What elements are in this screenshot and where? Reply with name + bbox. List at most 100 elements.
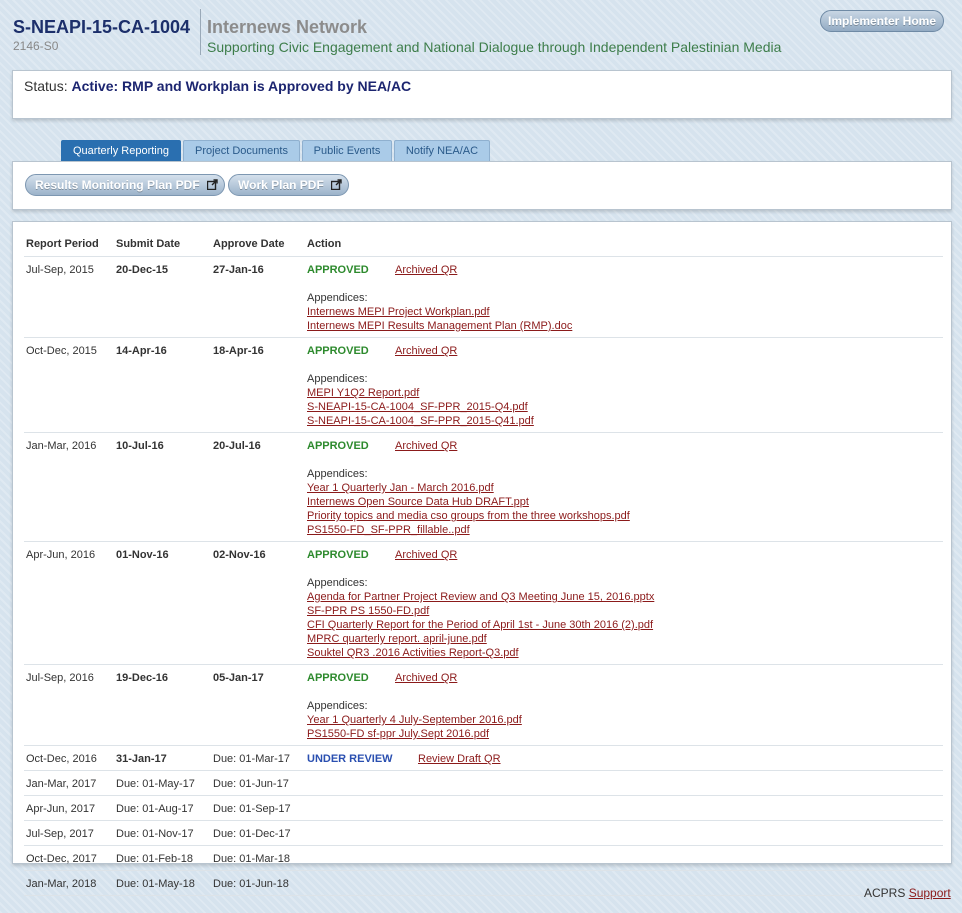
appendix-file-link[interactable]: S-NEAPI-15-CA-1004_SF-PPR_2015-Q41.pdf [307, 414, 941, 428]
status-approved: APPROVED [307, 264, 369, 276]
appendices-label: Appendices: [307, 700, 368, 712]
approve-date-cell: Due: 01-Mar-17 [211, 745, 305, 771]
appendices-label: Appendices: [307, 468, 368, 480]
tab-notify-nea-ac[interactable]: Notify NEA/AC [394, 140, 490, 161]
project-id: S-NEAPI-15-CA-1004 [13, 17, 191, 37]
table-row: Jul-Sep, 2015 20-Dec-15 27-Jan-16 APPROVED A… [24, 256, 943, 338]
archived-qr-link[interactable]: Archived QR [395, 345, 457, 357]
status-line: Status: Active: RMP and Workplan is Appr… [24, 78, 411, 94]
appendix-file-link[interactable]: Agenda for Partner Project Review and Q3… [307, 590, 941, 604]
appendices-label: Appendices: [307, 292, 368, 304]
appendix-file-link[interactable]: SF-PPR PS 1550-FD.pdf [307, 604, 941, 618]
tab-public-events[interactable]: Public Events [302, 140, 392, 161]
quarterly-reports-table: Report Period Submit Date Approve Date A… [24, 232, 943, 896]
tab-quarterly-reporting[interactable]: Quarterly Reporting [61, 140, 181, 161]
status-value: Active: RMP and Workplan is Approved by … [71, 78, 412, 94]
table-row: Oct-Dec, 2015 14-Apr-16 18-Apr-16 APPROVED A… [24, 337, 943, 433]
submit-date-cell: 10-Jul-16 [114, 432, 211, 542]
work-plan-pdf-button[interactable]: Work Plan PDF [228, 174, 349, 196]
approve-date-cell: Due: 01-Jun-18 [211, 870, 305, 896]
appendix-file-link[interactable]: Year 1 Quarterly 4 July-September 2016.p… [307, 713, 941, 727]
appendix-file-link[interactable]: MEPI Y1Q2 Report.pdf [307, 386, 941, 400]
table-row: Apr-Jun, 2016 01-Nov-16 02-Nov-16 APPROVED A… [24, 541, 943, 665]
col-submit-date: Submit Date [114, 232, 211, 257]
submit-date-cell: 01-Nov-16 [114, 541, 211, 665]
footer: ACPRS Support [864, 886, 951, 900]
approve-date-cell: Due: 01-Jun-17 [211, 770, 305, 796]
implementer-home-button[interactable]: Implementer Home [820, 10, 944, 32]
archived-qr-link[interactable]: Archived QR [395, 440, 457, 452]
appendix-file-link[interactable]: Internews MEPI Project Workplan.pdf [307, 305, 941, 319]
status-under-review: UNDER REVIEW [307, 753, 393, 765]
report-period-cell: Jul-Sep, 2016 [24, 664, 114, 746]
organization-name: Internews Network [207, 17, 368, 37]
submit-date-cell: 31-Jan-17 [114, 745, 211, 771]
support-link[interactable]: Support [909, 886, 951, 900]
table-row: Oct-Dec, 2016 31-Jan-17 Due: 01-Mar-17 UNDE… [24, 745, 943, 771]
appendix-file-link[interactable]: Internews Open Source Data Hub DRAFT.ppt [307, 495, 941, 509]
appendix-file-link[interactable]: MPRC quarterly report. april-june.pdf [307, 632, 941, 646]
action-cell [305, 795, 943, 821]
appendix-file-link[interactable]: S-NEAPI-15-CA-1004_SF-PPR_2015-Q4.pdf [307, 400, 941, 414]
action-cell: APPROVED Archived QR Appendices: MEPI Y1Q2 … [305, 337, 943, 433]
appendix-file-link[interactable]: Souktel QR3 .2016 Activities Report-Q3.p… [307, 646, 941, 660]
results-monitoring-plan-pdf-button[interactable]: Results Monitoring Plan PDF [25, 174, 225, 196]
quarterly-reports-panel: Report Period Submit Date Approve Date A… [12, 221, 952, 896]
table-row: Jul-Sep, 2016 19-Dec-16 05-Jan-17 APPROVED A… [24, 664, 943, 746]
pdf-buttons-panel: Results Monitoring Plan PDF Work Plan PD… [12, 161, 952, 210]
table-row: Apr-Jun, 2017 Due: 01-Aug-17 Due: 01-Sep-1… [24, 795, 943, 821]
archived-qr-link[interactable]: Archived QR [395, 264, 457, 276]
status-panel: Status: Active: RMP and Workplan is Appr… [12, 70, 952, 119]
action-cell: APPROVED Archived QR Appendices: Agenda for… [305, 541, 943, 665]
appendix-file-link[interactable]: CFI Quarterly Report for the Period of A… [307, 618, 941, 632]
action-cell: UNDER REVIEW Review Draft QR [305, 745, 943, 771]
action-cell: APPROVED Archived QR Appendices: Year 1 Qua… [305, 664, 943, 746]
appendix-file-link[interactable]: Priority topics and media cso groups fro… [307, 509, 941, 523]
submit-date-cell: Due: 01-May-17 [114, 770, 211, 796]
review-draft-qr-link[interactable]: Review Draft QR [418, 753, 501, 765]
header-divider [200, 9, 201, 55]
appendices-label: Appendices: [307, 577, 368, 589]
appendix-file-link[interactable]: Year 1 Quarterly Jan - March 2016.pdf [307, 481, 941, 495]
rmp-pdf-label: Results Monitoring Plan PDF [35, 178, 200, 192]
report-period-cell: Apr-Jun, 2016 [24, 541, 114, 665]
header: S-NEAPI-15-CA-1004 2146-S0 Internews Net… [0, 0, 962, 62]
submit-date-cell: Due: 01-Feb-18 [114, 845, 211, 871]
action-cell: APPROVED Archived QR Appendices: Internews … [305, 256, 943, 338]
report-period-cell: Oct-Dec, 2015 [24, 337, 114, 433]
appendix-file-link[interactable]: Internews MEPI Results Management Plan (… [307, 319, 941, 333]
col-action: Action [305, 232, 943, 257]
submit-date-cell: 19-Dec-16 [114, 664, 211, 746]
approve-date-cell: 18-Apr-16 [211, 337, 305, 433]
appendix-file-link[interactable]: PS1550-FD sf-ppr July.Sept 2016.pdf [307, 727, 941, 741]
status-approved: APPROVED [307, 440, 369, 452]
action-cell [305, 770, 943, 796]
action-cell [305, 845, 943, 871]
archived-qr-link[interactable]: Archived QR [395, 672, 457, 684]
appendix-file-link[interactable]: PS1550-FD_SF-PPR_fillable..pdf [307, 523, 941, 537]
project-subcode: 2146-S0 [13, 39, 59, 53]
report-period-cell: Jan-Mar, 2018 [24, 870, 114, 896]
table-row: Jul-Sep, 2017 Due: 01-Nov-17 Due: 01-Dec-1… [24, 820, 943, 846]
workplan-pdf-label: Work Plan PDF [238, 178, 324, 192]
status-label: Status: [24, 78, 68, 94]
table-header-row: Report Period Submit Date Approve Date A… [24, 232, 943, 257]
approve-date-cell: Due: 01-Sep-17 [211, 795, 305, 821]
report-period-cell: Oct-Dec, 2016 [24, 745, 114, 771]
tab-project-documents[interactable]: Project Documents [183, 140, 300, 161]
external-link-icon [330, 179, 342, 190]
table-row: Jan-Mar, 2017 Due: 01-May-17 Due: 01-Jun-1… [24, 770, 943, 796]
approve-date-cell: Due: 01-Dec-17 [211, 820, 305, 846]
report-period-cell: Jul-Sep, 2017 [24, 820, 114, 846]
table-row: Jan-Mar, 2016 10-Jul-16 20-Jul-16 APPROVED A… [24, 432, 943, 542]
status-approved: APPROVED [307, 345, 369, 357]
external-link-icon [206, 179, 218, 190]
col-report-period: Report Period [24, 232, 114, 257]
archived-qr-link[interactable]: Archived QR [395, 549, 457, 561]
table-row: Jan-Mar, 2018 Due: 01-May-18 Due: 01-Jun-1… [24, 870, 943, 896]
submit-date-cell: Due: 01-Aug-17 [114, 795, 211, 821]
status-approved: APPROVED [307, 549, 369, 561]
submit-date-cell: 20-Dec-15 [114, 256, 211, 338]
report-period-cell: Jan-Mar, 2017 [24, 770, 114, 796]
action-cell: APPROVED Archived QR Appendices: Year 1 Qua… [305, 432, 943, 542]
